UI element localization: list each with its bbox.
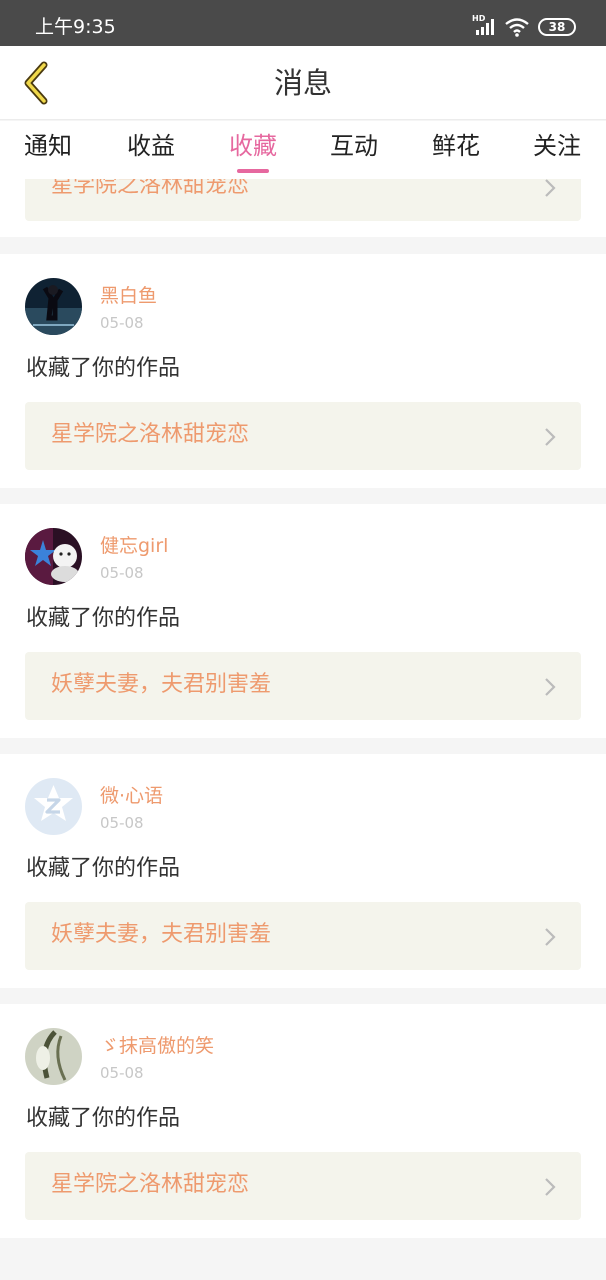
- timestamp: 05-08: [100, 564, 144, 582]
- status-time: 上午9:35: [35, 16, 116, 38]
- list-item: ゞ抹高傲的笑 05-08 收藏了你的作品 星学院之洛林甜宠恋: [0, 1004, 606, 1238]
- action-text: 收藏了你的作品: [26, 856, 181, 881]
- timestamp: 05-08: [100, 314, 144, 332]
- tab-earnings[interactable]: 收益: [101, 129, 201, 163]
- chevron-right-icon: [545, 678, 556, 696]
- chevron-right-icon: [545, 1178, 556, 1196]
- avatar[interactable]: [25, 1028, 82, 1085]
- username[interactable]: 黑白鱼: [100, 284, 157, 308]
- username[interactable]: 健忘girl: [100, 534, 168, 558]
- list-item: 健忘girl 05-08 收藏了你的作品 妖孽夫妻，夫君别害羞: [0, 504, 606, 738]
- page-title: 消息: [273, 66, 332, 100]
- header: 消息: [0, 46, 606, 120]
- work-link[interactable]: 星学院之洛林甜宠恋: [25, 402, 581, 470]
- tab-favorites-label: 收藏: [229, 132, 277, 160]
- list-item: 微·心语 05-08 收藏了你的作品 妖孽夫妻，夫君别害羞: [0, 754, 606, 988]
- work-link[interactable]: 妖孽夫妻，夫君别害羞: [25, 652, 581, 720]
- work-link[interactable]: 星学院之洛林甜宠恋: [25, 1152, 581, 1220]
- work-title: 星学院之洛林甜宠恋: [51, 179, 250, 198]
- work-title: 星学院之洛林甜宠恋: [51, 1172, 250, 1197]
- timestamp: 05-08: [100, 814, 144, 832]
- status-bar: 上午9:35 HD 38: [0, 0, 606, 46]
- action-text: 收藏了你的作品: [26, 356, 181, 381]
- action-text: 收藏了你的作品: [26, 606, 181, 631]
- list-item: 星学院之洛林甜宠恋: [0, 179, 606, 237]
- work-link[interactable]: 星学院之洛林甜宠恋: [25, 179, 581, 221]
- list-item: 黑白鱼 05-08 收藏了你的作品 星学院之洛林甜宠恋: [0, 254, 606, 488]
- chevron-right-icon: [545, 928, 556, 946]
- tab-following[interactable]: 关注: [507, 129, 606, 163]
- avatar[interactable]: [25, 278, 82, 335]
- avatar[interactable]: [25, 528, 82, 585]
- timestamp: 05-08: [100, 1064, 144, 1082]
- work-title: 妖孽夫妻，夫君别害羞: [51, 922, 272, 947]
- wifi-icon: [504, 17, 530, 37]
- status-icons: HD 38: [472, 14, 576, 40]
- tab-bar: 通知 收益 收藏 互动 鲜花 关注: [0, 121, 606, 179]
- action-text: 收藏了你的作品: [26, 1106, 181, 1131]
- chevron-right-icon: [545, 428, 556, 446]
- work-title: 妖孽夫妻，夫君别害羞: [51, 672, 272, 697]
- tab-interactions[interactable]: 互动: [304, 129, 404, 163]
- work-link[interactable]: 妖孽夫妻，夫君别害羞: [25, 902, 581, 970]
- message-list[interactable]: 星学院之洛林甜宠恋 黑白鱼 05-08 收藏了你的作品 星学院之洛林甜宠恋 健忘…: [0, 179, 606, 1280]
- work-title: 星学院之洛林甜宠恋: [51, 422, 250, 447]
- tab-flowers[interactable]: 鲜花: [406, 129, 506, 163]
- active-tab-indicator: [237, 169, 269, 173]
- avatar[interactable]: [25, 778, 82, 835]
- battery-icon: 38: [538, 18, 576, 36]
- tab-notifications[interactable]: 通知: [0, 129, 98, 163]
- chevron-right-icon: [545, 179, 556, 197]
- signal-icon: HD: [472, 14, 496, 37]
- tab-favorites[interactable]: 收藏: [203, 129, 303, 173]
- username[interactable]: ゞ抹高傲的笑: [100, 1034, 214, 1058]
- username[interactable]: 微·心语: [100, 784, 163, 808]
